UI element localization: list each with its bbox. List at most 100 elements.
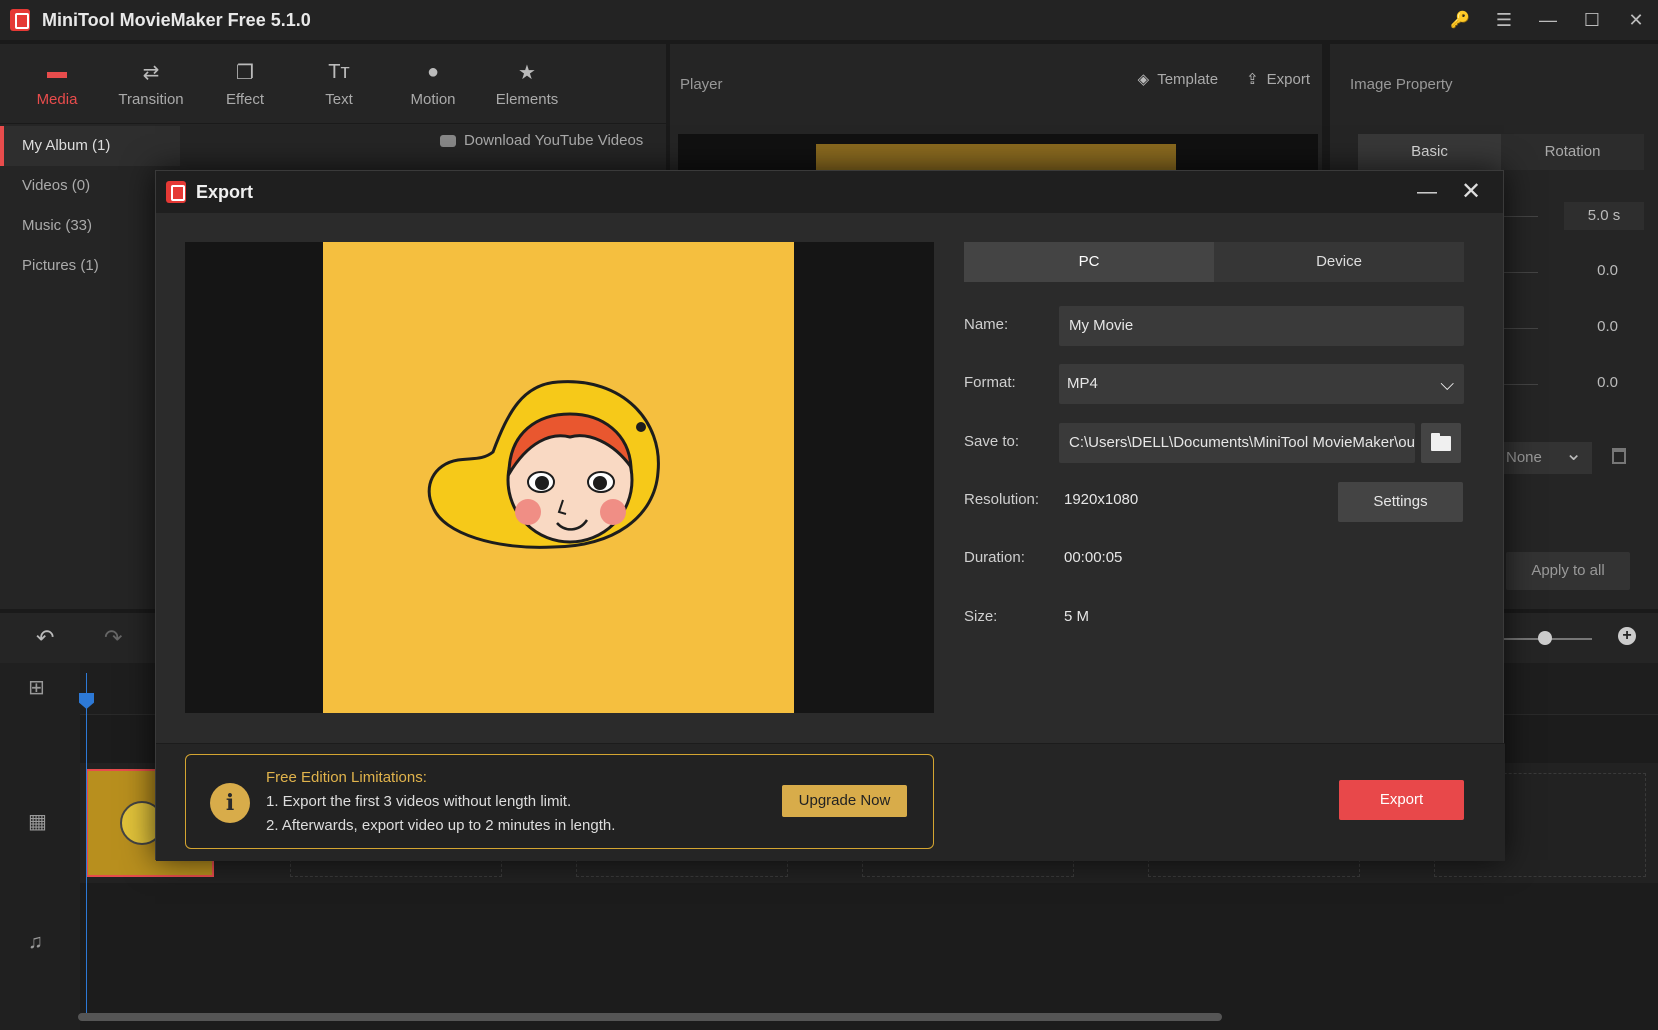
- resolution-value: 1920x1080: [1064, 491, 1139, 508]
- template-button[interactable]: ◈ Template: [1138, 70, 1218, 88]
- download-youtube-link[interactable]: Download YouTube Videos: [440, 132, 643, 149]
- layers-icon: ◈: [1137, 71, 1150, 88]
- album-item-pictures[interactable]: Pictures (1): [0, 246, 180, 286]
- property-tabs: Basic Rotation: [1358, 134, 1644, 170]
- save-path-input[interactable]: C:\Users\DELL\Documents\MiniTool MovieMa…: [1059, 423, 1415, 463]
- album-item-videos[interactable]: Videos (0): [0, 166, 180, 206]
- tab-basic[interactable]: Basic: [1358, 134, 1501, 170]
- slider-track[interactable]: [1502, 328, 1538, 329]
- zoom-slider-handle[interactable]: [1538, 631, 1552, 645]
- text-icon: Tт: [328, 60, 350, 83]
- tab-pc[interactable]: PC: [964, 242, 1214, 282]
- duration-field[interactable]: 5.0 s: [1564, 202, 1644, 230]
- minimize-icon[interactable]: —: [1526, 0, 1570, 40]
- album-list: My Album (1) Videos (0) Music (33) Pictu…: [0, 126, 180, 286]
- add-track-icon[interactable]: ⊞: [28, 675, 45, 700]
- player-actions: ◈ Template ⇪ Export: [1138, 70, 1310, 88]
- browse-folder-button[interactable]: [1421, 423, 1461, 463]
- export-destination-tabs: PC Device: [964, 242, 1464, 282]
- key-icon[interactable]: 🔑: [1438, 0, 1482, 40]
- slider-track[interactable]: [1502, 384, 1538, 385]
- playhead-line: [86, 673, 87, 1013]
- upgrade-now-button[interactable]: Upgrade Now: [782, 785, 907, 817]
- undo-icon[interactable]: ↶: [36, 625, 54, 651]
- chevron-down-icon: ⌵: [1440, 374, 1454, 394]
- player-screen: [678, 134, 1318, 174]
- tool-motion[interactable]: ● Motion: [386, 59, 480, 109]
- slider-track[interactable]: [1502, 272, 1538, 273]
- property-title: Image Property: [1350, 75, 1453, 93]
- format-select[interactable]: MP4 ⌵: [1059, 364, 1464, 404]
- folder-icon: [1431, 432, 1451, 451]
- property-value: 0.0: [1597, 262, 1618, 279]
- export-button[interactable]: Export: [1339, 780, 1464, 820]
- app-logo-icon: [10, 9, 30, 31]
- transition-icon: ⇄: [142, 61, 160, 84]
- save-to-label: Save to:: [964, 433, 1020, 450]
- tool-elements[interactable]: ★ Elements: [480, 59, 574, 109]
- title-bar: MiniTool MovieMaker Free 5.1.0 🔑 ☰ — ☐ ✕: [0, 0, 1658, 40]
- preview-image: [323, 242, 794, 713]
- zoom-in-icon[interactable]: +: [1618, 627, 1636, 645]
- minimize-icon[interactable]: —: [1415, 181, 1439, 204]
- size-label: Size:: [964, 608, 998, 625]
- apply-to-all-button[interactable]: Apply to all: [1506, 552, 1630, 590]
- app-logo-icon: [166, 181, 186, 203]
- youtube-icon: [440, 134, 456, 147]
- export-dialog-header: Export — ✕: [156, 171, 1503, 213]
- limit-line-2: 2. Afterwards, export video up to 2 minu…: [266, 817, 616, 834]
- tab-device[interactable]: Device: [1214, 242, 1464, 282]
- timeline-track-headers: ⊞ ▦ ♫: [0, 663, 80, 1030]
- settings-button[interactable]: Settings: [1338, 482, 1463, 522]
- film-icon: ▦: [28, 811, 47, 833]
- limit-line-1: 1. Export the first 3 videos without len…: [266, 793, 572, 810]
- tab-rotation[interactable]: Rotation: [1501, 134, 1644, 170]
- timeline-scrollbar[interactable]: [78, 1013, 1222, 1021]
- export-dialog: Export — ✕ PC Device Name: My Movie Form…: [155, 170, 1505, 861]
- player-export-label: Export: [1266, 71, 1310, 88]
- elements-icon: ★: [518, 61, 536, 84]
- free-edition-notice: i Free Edition Limitations: 1. Export th…: [185, 754, 934, 849]
- slider-track[interactable]: [1502, 216, 1538, 217]
- template-label: Template: [1157, 71, 1219, 88]
- name-label: Name:: [964, 316, 1009, 333]
- album-item-my-album[interactable]: My Album (1): [0, 126, 180, 166]
- resolution-label: Resolution:: [964, 491, 1040, 508]
- redo-icon[interactable]: ↷: [104, 625, 122, 651]
- property-value: 0.0: [1597, 374, 1618, 391]
- name-input[interactable]: My Movie: [1059, 306, 1464, 346]
- close-icon[interactable]: ✕: [1614, 0, 1658, 40]
- close-icon[interactable]: ✕: [1459, 177, 1483, 206]
- folder-icon: ▬: [47, 60, 67, 83]
- tool-motion-label: Motion: [410, 91, 456, 108]
- tool-transition-label: Transition: [118, 91, 184, 108]
- property-select[interactable]: None: [1500, 438, 1592, 474]
- tool-text[interactable]: Tт Text: [292, 59, 386, 109]
- album-item-music[interactable]: Music (33): [0, 206, 180, 246]
- window-controls: 🔑 ☰ — ☐ ✕: [1438, 0, 1658, 40]
- tool-effect[interactable]: ❐ Effect: [198, 59, 292, 109]
- maximize-icon[interactable]: ☐: [1570, 0, 1614, 40]
- export-dialog-title: Export: [196, 181, 254, 202]
- property-value: 0.0: [1597, 318, 1618, 335]
- music-note-icon: ♫: [28, 931, 43, 953]
- duration-label: Duration:: [964, 549, 1025, 566]
- tool-media[interactable]: ▬ Media: [10, 59, 104, 109]
- duration-value: 00:00:05: [1064, 549, 1123, 566]
- tool-effect-label: Effect: [225, 91, 265, 108]
- tool-media-label: Media: [36, 91, 78, 108]
- motion-icon: ●: [426, 60, 440, 83]
- limit-title: Free Edition Limitations:: [266, 769, 427, 786]
- player-export-button[interactable]: ⇪ Export: [1246, 70, 1310, 88]
- menu-icon[interactable]: ☰: [1482, 0, 1526, 40]
- tool-text-label: Text: [325, 91, 353, 108]
- tool-transition[interactable]: ⇄ Transition: [104, 59, 198, 109]
- upload-icon: ⇪: [1246, 71, 1259, 88]
- effect-icon: ❐: [236, 61, 254, 84]
- download-youtube-label: Download YouTube Videos: [464, 132, 644, 149]
- cartoon-girl-illustration: [427, 380, 660, 549]
- tool-elements-label: Elements: [495, 91, 559, 108]
- export-preview: [185, 242, 934, 713]
- size-value: 5 M: [1064, 608, 1090, 625]
- trash-icon[interactable]: [1612, 448, 1626, 464]
